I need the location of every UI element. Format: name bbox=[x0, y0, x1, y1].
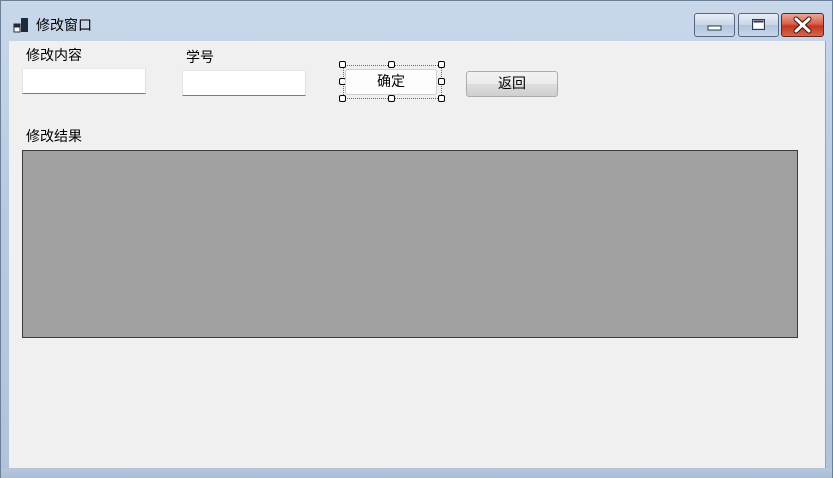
app-window-icon bbox=[13, 18, 28, 33]
content-label: 修改内容 bbox=[26, 48, 82, 64]
resize-handle[interactable] bbox=[388, 95, 395, 102]
close-icon bbox=[793, 16, 812, 34]
student-id-input[interactable] bbox=[182, 70, 306, 96]
close-button[interactable] bbox=[781, 13, 824, 37]
title-bar[interactable]: 修改窗口 bbox=[1, 1, 832, 41]
result-label: 修改结果 bbox=[26, 129, 82, 145]
resize-handle[interactable] bbox=[388, 61, 395, 68]
resize-handle[interactable] bbox=[339, 95, 346, 102]
content-input[interactable] bbox=[22, 68, 146, 94]
form-client-area: 修改内容 学号 确定 返回 修改结果 bbox=[9, 41, 826, 468]
maximize-icon bbox=[752, 19, 765, 30]
result-grid[interactable] bbox=[22, 150, 798, 338]
resize-handle[interactable] bbox=[438, 95, 445, 102]
window-title: 修改窗口 bbox=[36, 18, 92, 34]
resize-handle[interactable] bbox=[438, 61, 445, 68]
maximize-button[interactable] bbox=[738, 13, 779, 37]
resize-handle[interactable] bbox=[438, 78, 445, 85]
back-button[interactable]: 返回 bbox=[466, 71, 558, 97]
resize-handle[interactable] bbox=[339, 61, 346, 68]
window-bottom-border bbox=[1, 468, 832, 478]
main-window: 修改窗口 修改内容 学号 确定 返回 修改结果 bbox=[0, 0, 833, 478]
confirm-button[interactable]: 确定 bbox=[345, 69, 437, 95]
minimize-button[interactable] bbox=[694, 13, 735, 37]
student-id-label: 学号 bbox=[186, 50, 214, 66]
minimize-icon bbox=[707, 25, 722, 31]
